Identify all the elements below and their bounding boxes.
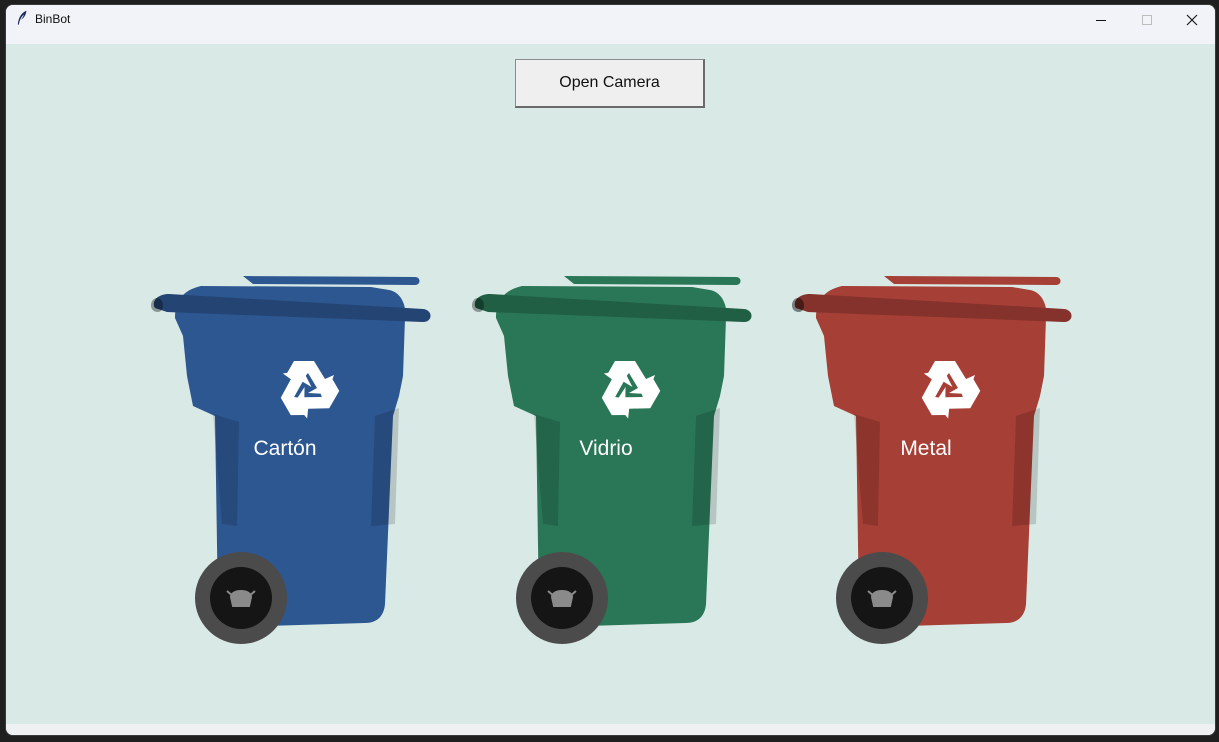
feather-icon (17, 10, 27, 25)
wheel-icon (195, 552, 287, 644)
bin-label: Metal (900, 437, 952, 460)
bin-metal: Metal (784, 276, 1072, 644)
minimize-icon (1096, 20, 1106, 21)
bin-label: Vidrio (579, 437, 633, 460)
bin-carton: Cartón (143, 276, 431, 644)
app-window: BinBot Open Camera Cartón Vidrio Metal (6, 5, 1215, 735)
minimize-button[interactable] (1078, 5, 1124, 35)
bin-label: Cartón (253, 437, 317, 460)
maximize-button[interactable] (1124, 5, 1170, 35)
close-button[interactable] (1169, 5, 1215, 35)
wheel-icon (516, 552, 608, 644)
open-camera-button[interactable]: Open Camera (515, 59, 705, 108)
bin-vidrio: Vidrio (464, 276, 752, 644)
wheel-icon (836, 552, 928, 644)
close-icon (1186, 14, 1198, 26)
maximize-icon (1142, 15, 1152, 25)
main-canvas: Open Camera Cartón Vidrio Metal (6, 44, 1215, 724)
window-title: BinBot (35, 12, 71, 26)
title-bar[interactable]: BinBot (6, 5, 1215, 44)
bottom-border (6, 724, 1215, 735)
